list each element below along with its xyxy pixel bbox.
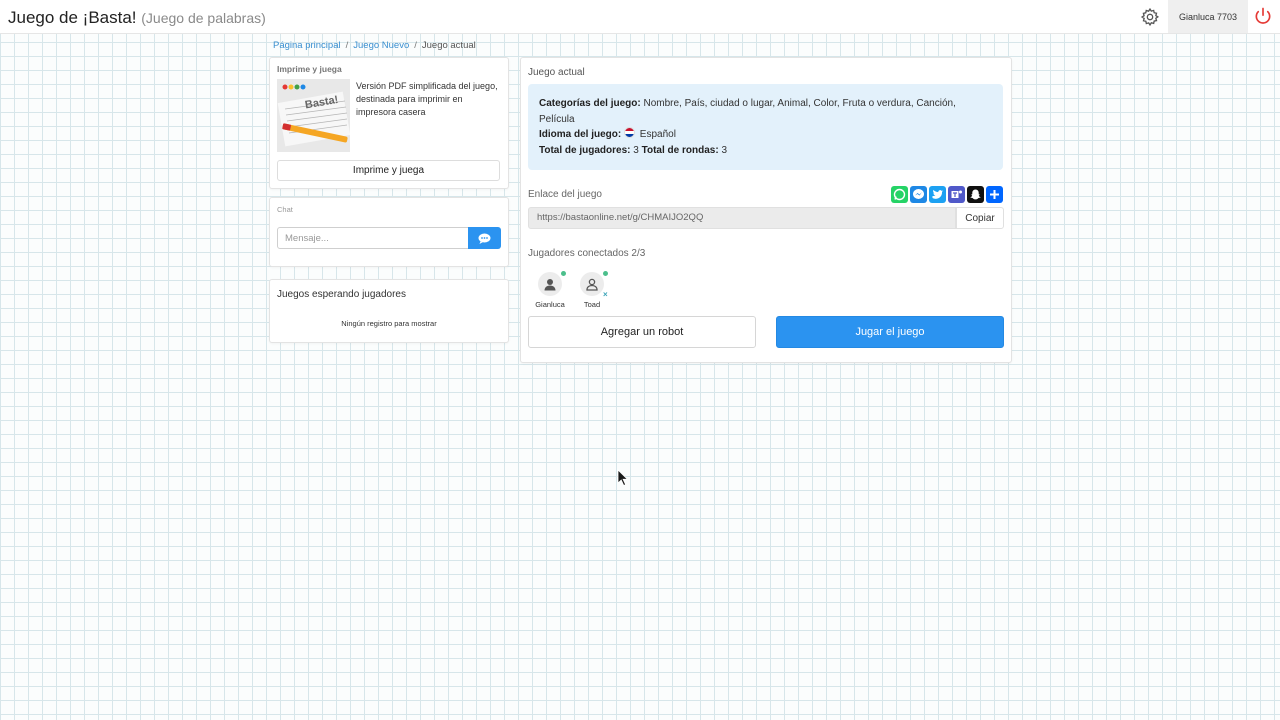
app-title-text: Juego de ¡Basta! (8, 8, 137, 27)
breadcrumb: Página principal / Juego Nuevo / Juego actua… (273, 40, 476, 51)
current-game-card: Juego actual Categorías del juego: Nombr… (520, 57, 1012, 363)
chat-message-input[interactable] (277, 227, 473, 249)
top-bar: Juego de ¡Basta! (Juego de palabras) Gia… (0, 0, 1280, 34)
waiting-games-title: Juegos esperando jugadores (277, 289, 406, 300)
copy-link-button[interactable]: Copiar (956, 207, 1004, 229)
message-icon (478, 233, 491, 244)
breadcrumb-separator: / (345, 40, 349, 51)
snapchat-icon[interactable] (967, 186, 984, 203)
total-rounds-label: Total de rondas: (641, 144, 719, 156)
breadcrumb-new-game[interactable]: Juego Nuevo (353, 40, 409, 51)
player-name: Toad (583, 300, 601, 309)
totals-row: Total de jugadores: 3 Total de rondas: 3 (539, 143, 992, 159)
connected-players-label: Jugadores conectados 2/3 (528, 248, 646, 259)
share-icons (891, 186, 1003, 203)
game-link-label: Enlace del juego (528, 189, 602, 200)
total-players-label: Total de jugadores: (539, 144, 631, 156)
waiting-games-empty-message: Ningún registro para mostrar (341, 319, 437, 328)
chat-card: Chat (269, 197, 509, 267)
player-gianluca: Gianluca (532, 271, 568, 309)
chat-send-button[interactable] (468, 227, 501, 249)
breadcrumb-separator: / (414, 40, 417, 51)
paraguay-flag-icon (624, 127, 636, 138)
avatar (580, 271, 608, 296)
remove-player-icon[interactable]: × (603, 290, 608, 299)
twitter-icon[interactable] (929, 186, 946, 203)
player-toad: Toad × (574, 271, 610, 309)
categories-label: Categorías del juego: (539, 98, 641, 109)
categories-row: Categorías del juego: Nombre, País, ciud… (539, 96, 992, 127)
language-label: Idioma del juego: (539, 129, 622, 140)
whatsapp-icon[interactable] (891, 186, 908, 203)
user-outline-icon (586, 278, 598, 291)
player-name: Gianluca (535, 300, 565, 309)
user-icon (544, 279, 556, 291)
breadcrumb-home[interactable]: Página principal (273, 40, 341, 51)
total-players-value: 3 (633, 144, 639, 156)
breadcrumb-current: Juego actual (421, 40, 476, 51)
game-link-field[interactable]: https://bastaonline.net/g/CHMAIJO2QQ (528, 207, 956, 229)
share-plus-icon[interactable] (986, 186, 1003, 203)
app-title: Juego de ¡Basta! (Juego de palabras) (8, 8, 266, 28)
add-robot-button[interactable]: Agregar un robot (528, 316, 756, 348)
print-thumbnail-image: Basta! (277, 79, 350, 152)
mouse-cursor-icon (617, 469, 629, 487)
user-menu[interactable]: Gianluca 7703 (1168, 0, 1248, 33)
total-rounds-value: 3 (721, 144, 728, 156)
messenger-icon[interactable] (910, 186, 927, 203)
user-name: Gianluca 7703 (1178, 11, 1238, 22)
power-icon[interactable] (1253, 6, 1273, 26)
chat-title: Chat (277, 205, 293, 214)
waiting-games-card: Juegos esperando jugadores Ningún regist… (269, 279, 509, 343)
language-row: Idioma del juego: Español (539, 127, 992, 143)
teams-icon[interactable] (948, 186, 965, 203)
current-game-title: Juego actual (528, 67, 585, 78)
print-card-description: Versión PDF simplificada del juego, dest… (356, 81, 498, 117)
play-game-button[interactable]: Jugar el juego (776, 316, 1004, 348)
print-and-play-button[interactable]: Imprime y juega (277, 160, 500, 181)
app-subtitle: (Juego de palabras) (141, 10, 266, 26)
language-value: Español (639, 129, 676, 140)
game-info-box: Categorías del juego: Nombre, País, ciud… (528, 84, 1003, 170)
online-status-dot (603, 271, 608, 276)
print-card: Imprime y juega Basta! Versión PDF simpl… (269, 57, 509, 189)
gear-icon[interactable] (1140, 7, 1160, 27)
avatar (538, 271, 566, 296)
print-card-title: Imprime y juega (277, 64, 342, 74)
online-status-dot (561, 271, 566, 276)
